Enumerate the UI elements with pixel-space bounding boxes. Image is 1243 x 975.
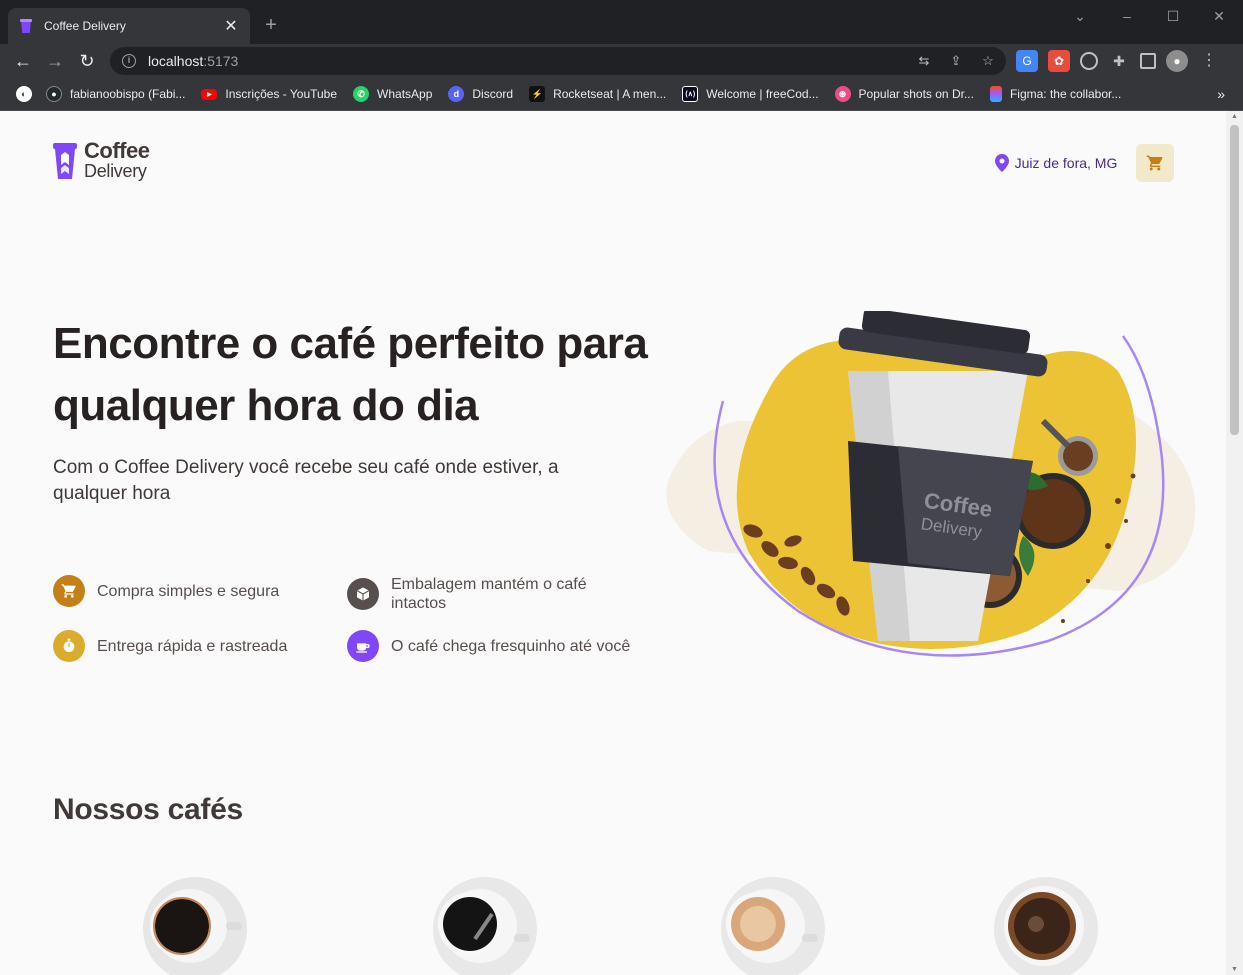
coffee-delivery-logo[interactable]: Coffee Delivery [52, 138, 150, 181]
page-viewport: Coffee Delivery Juiz de fora, MG Encontr… [0, 111, 1243, 975]
bookmark-item[interactable]: ● fabianoobispo (Fabi... [46, 86, 185, 102]
features-grid: Compra simples e segura Embalagem mantém… [53, 571, 673, 701]
scroll-down-icon[interactable]: ▼ [1230, 966, 1239, 973]
browser-tab-active[interactable]: Coffee Delivery ✕ [8, 8, 250, 44]
bookmarks-more-icon[interactable]: » [1217, 86, 1225, 102]
reload-icon[interactable]: ↻ [76, 50, 98, 72]
scrollbar-thumb[interactable] [1230, 125, 1239, 435]
bookmark-item[interactable]: ⊛ Popular shots on Dr... [834, 86, 974, 102]
bookmark-label: Rocketseat | A men... [553, 87, 667, 101]
coffee-cup-logo-icon [53, 143, 77, 179]
dribbble-icon: ⊛ [834, 86, 851, 102]
section-title-our-coffees: Nossos cafés [53, 793, 243, 826]
extensions-puzzle-icon[interactable]: ✚ [1108, 50, 1130, 72]
feature-text: Embalagem mantém o café intactos [391, 576, 587, 612]
side-panel-icon[interactable] [1140, 53, 1156, 69]
bookmark-label: fabianoobispo (Fabi... [70, 87, 186, 101]
bookmark-item[interactable]: ⚡ Rocketseat | A men... [529, 86, 666, 102]
github-icon: ● [46, 86, 62, 102]
coffee-catalog-row [0, 866, 1243, 975]
bookmark-label: Discord [472, 87, 514, 101]
tab-close-icon[interactable]: ✕ [222, 17, 240, 35]
translate-icon[interactable]: ⇆ [914, 51, 934, 71]
youtube-icon: ▶ [201, 88, 218, 100]
whatsapp-icon: ✆ [353, 86, 370, 102]
cart-button[interactable] [1136, 144, 1174, 182]
bookmark-label: Welcome | freeCod... [706, 87, 819, 101]
maximize-icon[interactable]: ☐ [1163, 8, 1183, 24]
feature-item: O café chega fresquinho até você [347, 630, 630, 662]
extension-target-icon[interactable] [1080, 52, 1098, 70]
tab-title: Coffee Delivery [44, 19, 126, 33]
bookmark-item[interactable]: (∧) Welcome | freeCod... [682, 86, 819, 102]
map-pin-icon [994, 154, 1009, 172]
location-text: Juiz de fora, MG [1014, 155, 1118, 171]
bookmark-item[interactable]: Figma: the collabor... [989, 86, 1122, 102]
bookmark-label: Inscrições - YouTube [225, 87, 338, 101]
share-icon[interactable]: ⇪ [946, 51, 966, 71]
feature-text: Compra simples e segura [97, 582, 280, 600]
site-info-icon[interactable]: i [122, 54, 136, 68]
apps-globe-icon[interactable]: ◐ [16, 86, 32, 102]
cart-icon [53, 575, 85, 607]
freecodecamp-icon: (∧) [682, 86, 699, 102]
logo-text-delivery: Delivery [84, 161, 147, 181]
bookmark-item[interactable]: ▶ Inscrições - YouTube [201, 87, 337, 101]
rocketseat-icon: ⚡ [529, 86, 546, 102]
logo-text-coffee: Coffee [84, 138, 150, 163]
browser-titlebar: Coffee Delivery ✕ + ⌄ – ☐ ✕ [0, 0, 1243, 44]
google-translate-extension-icon[interactable]: G [1016, 50, 1038, 72]
package-icon [347, 578, 379, 610]
coffee-cup-image [721, 877, 825, 975]
browser-toolbar: ← → ↻ i localhost:5173 ⇆ ⇪ ☆ G ✿ ✚ ● ⋮ [0, 44, 1243, 78]
url-host: localhost [148, 53, 204, 69]
cart-icon [1146, 155, 1163, 171]
url-port: :5173 [203, 53, 239, 69]
forward-icon[interactable]: → [44, 50, 66, 72]
location-badge[interactable]: Juiz de fora, MG [986, 144, 1126, 182]
extension-red-icon[interactable]: ✿ [1048, 50, 1070, 72]
bookmarks-bar: ◐ ● fabianoobispo (Fabi... ▶ Inscrições - … [0, 78, 1243, 111]
back-icon[interactable]: ← [12, 50, 34, 72]
coffee-cup-image [994, 877, 1098, 975]
bookmark-label: Popular shots on Dr... [858, 87, 974, 101]
new-tab-button[interactable]: + [260, 14, 282, 36]
bookmark-item[interactable]: ✆ WhatsApp [353, 86, 432, 102]
coffee-icon [347, 630, 379, 662]
hero-subtitle: Com o Coffee Delivery você recebe seu ca… [53, 457, 559, 504]
page-scrollbar[interactable]: ▲ ▼ [1226, 111, 1243, 975]
bookmark-label: Figma: the collabor... [1009, 87, 1122, 101]
scroll-up-icon[interactable]: ▲ [1230, 113, 1239, 120]
hero-title: Encontre o café perfeito para qualquer h… [53, 319, 648, 430]
bookmark-star-icon[interactable]: ☆ [978, 51, 998, 71]
hero-coffee-cup-illustration: Coffee Delivery [666, 311, 1196, 657]
feature-item: Embalagem mantém o café intactos [347, 575, 647, 613]
feature-text: O café chega fresquinho até você [391, 637, 631, 655]
coffee-cup-image [433, 877, 537, 975]
feature-text: Entrega rápida e rastreada [97, 637, 288, 655]
feature-item: Entrega rápida e rastreada [53, 630, 287, 662]
minimize-icon[interactable]: – [1117, 8, 1137, 24]
feature-item: Compra simples e segura [53, 575, 279, 607]
bookmark-label: WhatsApp [377, 87, 433, 101]
tab-search-icon[interactable]: ⌄ [1070, 8, 1090, 24]
coffee-cup-image [143, 877, 247, 975]
address-bar[interactable]: i localhost:5173 ⇆ ⇪ ☆ [110, 47, 1006, 75]
bookmark-item[interactable]: d Discord [448, 86, 513, 102]
browser-menu-icon[interactable]: ⋮ [1198, 50, 1220, 72]
figma-icon [989, 86, 1002, 102]
profile-avatar[interactable]: ● [1166, 50, 1188, 72]
coffee-delivery-favicon-icon [18, 18, 34, 34]
discord-icon: d [448, 86, 465, 102]
timer-icon [53, 630, 85, 662]
close-window-icon[interactable]: ✕ [1209, 8, 1229, 24]
